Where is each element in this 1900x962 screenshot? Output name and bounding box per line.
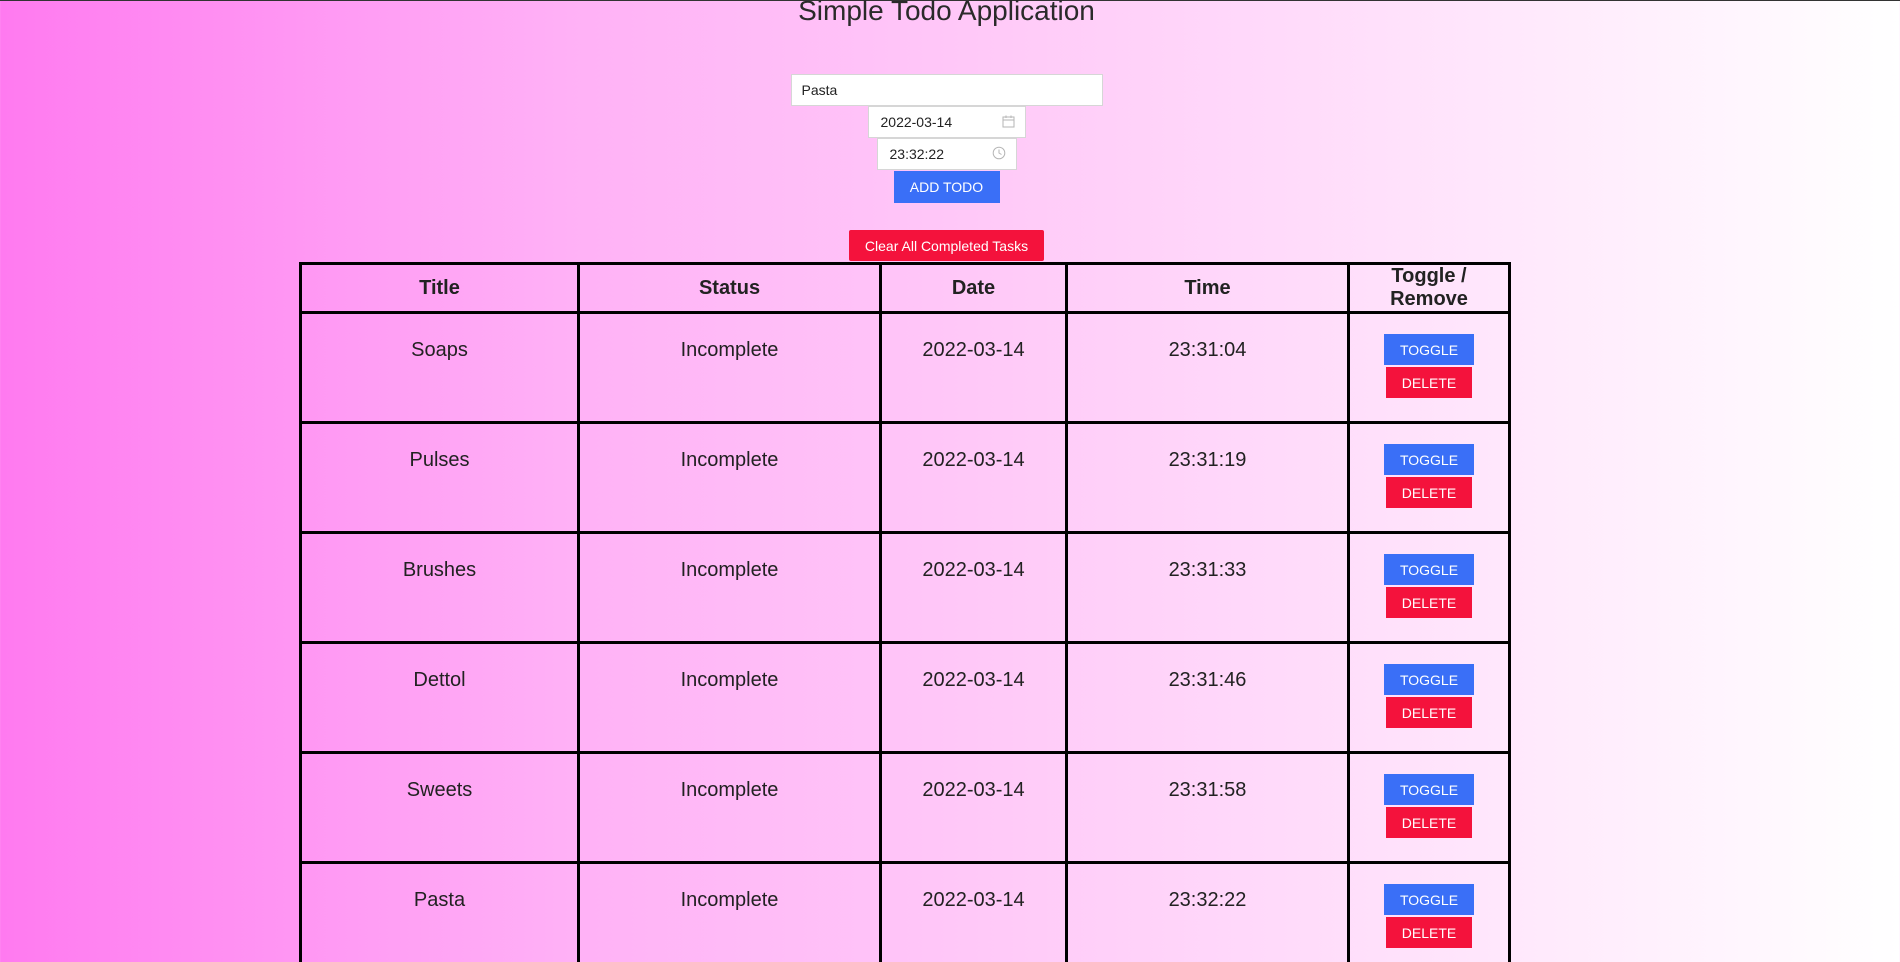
row-title: Sweets	[299, 751, 580, 864]
calendar-icon	[1002, 115, 1015, 130]
delete-button[interactable]: DELETE	[1386, 917, 1472, 948]
clear-completed-button[interactable]: Clear All Completed Tasks	[849, 230, 1044, 261]
todo-title-input[interactable]	[790, 74, 1103, 106]
row-time: 23:31:33	[1065, 531, 1350, 644]
add-todo-form: 2022-03-14 23:32:22 ADD TODO	[0, 74, 1893, 203]
row-status: Incomplete	[577, 531, 882, 644]
row-status: Incomplete	[577, 641, 882, 754]
clock-icon	[992, 146, 1006, 162]
header-actions: Toggle / Remove	[1347, 262, 1511, 314]
delete-button[interactable]: DELETE	[1386, 587, 1472, 618]
date-picker[interactable]: 2022-03-14	[867, 106, 1026, 138]
row-time: 23:31:58	[1065, 751, 1350, 864]
row-time: 23:31:04	[1065, 311, 1350, 424]
row-actions: TOGGLE DELETE	[1347, 531, 1511, 644]
row-status: Incomplete	[577, 751, 882, 864]
row-actions: TOGGLE DELETE	[1347, 641, 1511, 754]
row-date: 2022-03-14	[879, 311, 1068, 424]
date-value: 2022-03-14	[880, 114, 953, 130]
row-title: Soaps	[299, 311, 580, 424]
row-time: 23:32:22	[1065, 861, 1350, 962]
row-actions: TOGGLE DELETE	[1347, 861, 1511, 962]
header-time: Time	[1065, 262, 1350, 314]
page-title: Simple Todo Application	[798, 0, 1095, 26]
row-title: Pulses	[299, 421, 580, 534]
row-date: 2022-03-14	[879, 861, 1068, 962]
table-row: Brushes Incomplete 2022-03-14 23:31:33 T…	[299, 531, 1511, 644]
time-value: 23:32:22	[889, 146, 945, 162]
row-title: Brushes	[299, 531, 580, 644]
toggle-button[interactable]: TOGGLE	[1384, 554, 1474, 585]
row-actions: TOGGLE DELETE	[1347, 311, 1511, 424]
table-row: Sweets Incomplete 2022-03-14 23:31:58 TO…	[299, 751, 1511, 864]
delete-button[interactable]: DELETE	[1386, 477, 1472, 508]
toggle-button[interactable]: TOGGLE	[1384, 444, 1474, 475]
row-date: 2022-03-14	[879, 421, 1068, 534]
header-date: Date	[879, 262, 1068, 314]
row-actions: TOGGLE DELETE	[1347, 751, 1511, 864]
toggle-button[interactable]: TOGGLE	[1384, 884, 1474, 915]
row-date: 2022-03-14	[879, 531, 1068, 644]
row-time: 23:31:46	[1065, 641, 1350, 754]
table-row: Pulses Incomplete 2022-03-14 23:31:19 TO…	[299, 421, 1511, 534]
row-time: 23:31:19	[1065, 421, 1350, 534]
table-row: Pasta Incomplete 2022-03-14 23:32:22 TOG…	[299, 861, 1511, 962]
row-actions: TOGGLE DELETE	[1347, 421, 1511, 534]
table-row: Dettol Incomplete 2022-03-14 23:31:46 TO…	[299, 641, 1511, 754]
header-status: Status	[577, 262, 882, 314]
row-status: Incomplete	[577, 311, 882, 424]
todo-table: Title Status Date Time Toggle / Remove S…	[299, 262, 1511, 962]
add-todo-button[interactable]: ADD TODO	[893, 171, 1000, 203]
row-title: Dettol	[299, 641, 580, 754]
delete-button[interactable]: DELETE	[1386, 367, 1472, 398]
row-status: Incomplete	[577, 861, 882, 962]
delete-button[interactable]: DELETE	[1386, 697, 1472, 728]
row-title: Pasta	[299, 861, 580, 962]
delete-button[interactable]: DELETE	[1386, 807, 1472, 838]
header-title: Title	[299, 262, 580, 314]
table-row: Soaps Incomplete 2022-03-14 23:31:04 TOG…	[299, 311, 1511, 424]
toggle-button[interactable]: TOGGLE	[1384, 664, 1474, 695]
time-picker[interactable]: 23:32:22	[876, 138, 1017, 170]
row-date: 2022-03-14	[879, 641, 1068, 754]
toggle-button[interactable]: TOGGLE	[1384, 774, 1474, 805]
table-header-row: Title Status Date Time Toggle / Remove	[299, 262, 1511, 314]
row-status: Incomplete	[577, 421, 882, 534]
row-date: 2022-03-14	[879, 751, 1068, 864]
toggle-button[interactable]: TOGGLE	[1384, 334, 1474, 365]
